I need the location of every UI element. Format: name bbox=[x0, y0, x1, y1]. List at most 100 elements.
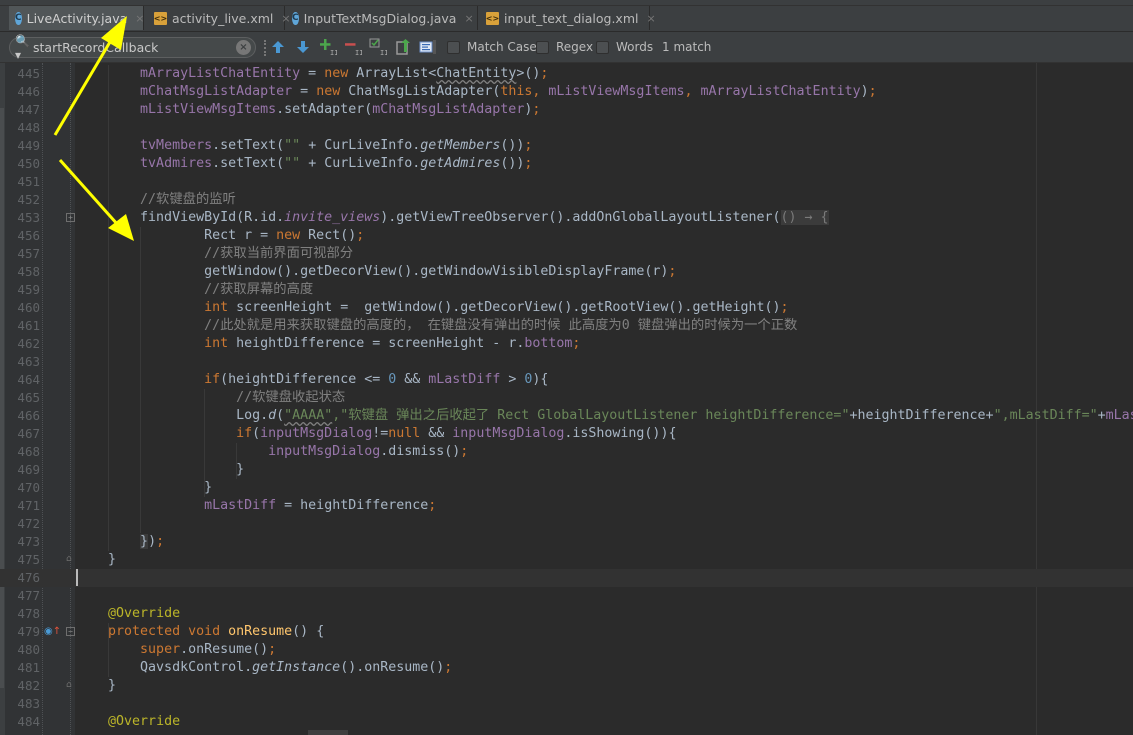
line-number[interactable]: 484 bbox=[5, 713, 40, 731]
horizontal-scrollbar-thumb[interactable] bbox=[308, 730, 348, 735]
code-text[interactable]: tvAdmires.setText("" + CurLiveInfo.getAd… bbox=[76, 155, 532, 173]
code-text[interactable]: Log.d("AAAA","软键盘 弹出之后收起了 Rect GlobalLay… bbox=[76, 407, 1133, 425]
code-line[interactable]: 446 mChatMsgListAdapter = new ChatMsgLis… bbox=[0, 83, 1133, 101]
code-line[interactable]: 458 getWindow().getDecorView().getWindow… bbox=[0, 263, 1133, 281]
code-line[interactable]: 473 }); bbox=[0, 533, 1133, 551]
code-text[interactable]: int heightDifference = screenHeight - r.… bbox=[76, 335, 580, 353]
tab-input-text-dialog-xml[interactable]: <> input_text_dialog.xml × bbox=[480, 6, 656, 30]
code-line[interactable]: 464 if(heightDifference <= 0 && mLastDif… bbox=[0, 371, 1133, 389]
code-text[interactable]: //获取屏幕的高度 bbox=[76, 281, 313, 299]
line-number[interactable]: 476 bbox=[5, 569, 40, 587]
tab-inputtextmsgdialog-java[interactable]: C InputTextMsgDialog.java × bbox=[286, 6, 478, 30]
code-line[interactable]: 466 Log.d("AAAA","软键盘 弹出之后收起了 Rect Globa… bbox=[0, 407, 1133, 425]
code-text[interactable]: mArrayListChatEntity = new ArrayList<Cha… bbox=[76, 65, 548, 83]
line-number[interactable]: 450 bbox=[5, 155, 40, 173]
line-number[interactable]: 460 bbox=[5, 299, 40, 317]
line-number[interactable]: 463 bbox=[5, 353, 40, 371]
code-line[interactable]: 470 } bbox=[0, 479, 1133, 497]
line-number[interactable]: 458 bbox=[5, 263, 40, 281]
line-number[interactable]: 470 bbox=[5, 479, 40, 497]
line-number[interactable]: 466 bbox=[5, 407, 40, 425]
code-text[interactable]: //软键盘收起状态 bbox=[76, 389, 345, 407]
line-number[interactable]: 457 bbox=[5, 245, 40, 263]
line-number[interactable]: 477 bbox=[5, 587, 40, 605]
select-all-occurrences-button[interactable]: II bbox=[369, 38, 387, 56]
code-line[interactable]: 478 @Override bbox=[0, 605, 1133, 623]
remove-occurrence-button[interactable]: II bbox=[344, 38, 362, 56]
code-text[interactable]: int screenHeight = getWindow().getDecorV… bbox=[76, 299, 788, 317]
code-line[interactable]: 482 } ⌂ bbox=[0, 677, 1133, 695]
code-line[interactable]: 471 mLastDiff = heightDifference; bbox=[0, 497, 1133, 515]
search-field[interactable]: 🔍▾ × bbox=[9, 34, 256, 62]
fold-end-icon[interactable]: ⌂ bbox=[66, 680, 75, 690]
code-line[interactable]: 451 bbox=[0, 173, 1133, 191]
code-line[interactable]: 481 QavsdkControl.getInstance().onResume… bbox=[0, 659, 1133, 677]
code-text[interactable]: super.onResume(); bbox=[76, 641, 276, 659]
code-text[interactable]: @Override bbox=[76, 713, 180, 731]
close-tab-icon[interactable]: × bbox=[464, 12, 473, 25]
code-line[interactable]: 462 int heightDifference = screenHeight … bbox=[0, 335, 1133, 353]
code-line[interactable]: 457 //获取当前界面可视部分 bbox=[0, 245, 1133, 263]
code-line[interactable]: 472 bbox=[0, 515, 1133, 533]
code-line[interactable]: 479 protected void onResume() {− ◉↑ bbox=[0, 623, 1133, 641]
code-text[interactable]: protected void onResume() { bbox=[76, 623, 324, 641]
code-text[interactable]: } bbox=[76, 551, 116, 569]
code-line[interactable]: 453 findViewById(R.id.invite_views).getV… bbox=[0, 209, 1133, 227]
code-text[interactable]: //获取当前界面可视部分 bbox=[76, 245, 353, 263]
code-line[interactable]: 448 bbox=[0, 119, 1133, 137]
code-text[interactable]: }); bbox=[76, 533, 164, 551]
match-case-checkbox[interactable]: Match Case bbox=[447, 40, 537, 54]
next-occurrence-button[interactable] bbox=[294, 38, 312, 56]
code-text[interactable]: @Override bbox=[76, 605, 180, 623]
export-to-find-window-button[interactable] bbox=[394, 38, 412, 56]
code-text[interactable]: mLastDiff = heightDifference; bbox=[76, 497, 436, 515]
code-text[interactable]: } bbox=[76, 461, 244, 479]
code-line[interactable]: 467 if(inputMsgDialog!=null && inputMsgD… bbox=[0, 425, 1133, 443]
line-number[interactable]: 473 bbox=[5, 533, 40, 551]
code-line[interactable]: 449 tvMembers.setText("" + CurLiveInfo.g… bbox=[0, 137, 1133, 155]
code-text[interactable]: Rect r = new Rect(); bbox=[76, 227, 364, 245]
previous-occurrence-button[interactable] bbox=[269, 38, 287, 56]
fold-collapse-icon[interactable]: − bbox=[66, 627, 75, 636]
code-line[interactable]: 452 //软键盘的监听 bbox=[0, 191, 1133, 209]
code-text[interactable]: QavsdkControl.getInstance().onResume(); bbox=[76, 659, 452, 677]
code-text[interactable]: mChatMsgListAdapter = new ChatMsgListAda… bbox=[76, 83, 877, 101]
line-number[interactable]: 461 bbox=[5, 317, 40, 335]
line-number[interactable]: 471 bbox=[5, 497, 40, 515]
line-number[interactable]: 462 bbox=[5, 335, 40, 353]
line-number[interactable]: 459 bbox=[5, 281, 40, 299]
fold-end-icon[interactable]: ⌂ bbox=[66, 554, 75, 564]
line-number[interactable]: 445 bbox=[5, 65, 40, 83]
line-number[interactable]: 482 bbox=[5, 677, 40, 695]
line-number[interactable]: 467 bbox=[5, 425, 40, 443]
code-line[interactable]: 463 bbox=[0, 353, 1133, 371]
code-line[interactable]: 484 @Override bbox=[0, 713, 1133, 731]
tab-liveactivity-java[interactable]: C LiveActivity.java × bbox=[9, 6, 144, 30]
code-line[interactable]: 445 mArrayListChatEntity = new ArrayList… bbox=[0, 65, 1133, 83]
checkbox-box[interactable] bbox=[447, 40, 460, 54]
filter-search-results-button[interactable] bbox=[419, 38, 437, 56]
line-number[interactable]: 452 bbox=[5, 191, 40, 209]
code-text[interactable]: if(heightDifference <= 0 && mLastDiff > … bbox=[76, 371, 548, 389]
words-checkbox[interactable]: Words bbox=[596, 40, 653, 54]
line-number[interactable]: 468 bbox=[5, 443, 40, 461]
close-tab-icon[interactable]: × bbox=[135, 12, 144, 25]
line-number[interactable]: 480 bbox=[5, 641, 40, 659]
code-text[interactable]: tvMembers.setText("" + CurLiveInfo.getMe… bbox=[76, 137, 532, 155]
code-text[interactable]: inputMsgDialog.dismiss(); bbox=[76, 443, 468, 461]
code-text[interactable]: if(inputMsgDialog!=null && inputMsgDialo… bbox=[76, 425, 676, 443]
search-input[interactable] bbox=[33, 40, 223, 55]
line-number[interactable]: 475 bbox=[5, 551, 40, 569]
line-number[interactable]: 446 bbox=[5, 83, 40, 101]
code-text[interactable]: //软键盘的监听 bbox=[76, 191, 236, 209]
line-number[interactable]: 451 bbox=[5, 173, 40, 191]
search-history-icon[interactable]: 🔍▾ bbox=[15, 34, 33, 62]
code-line[interactable]: 469 } bbox=[0, 461, 1133, 479]
code-line[interactable]: 465 //软键盘收起状态 bbox=[0, 389, 1133, 407]
line-number[interactable]: 449 bbox=[5, 137, 40, 155]
code-text[interactable]: findViewById(R.id.invite_views).getViewT… bbox=[76, 209, 829, 227]
line-number[interactable]: 465 bbox=[5, 389, 40, 407]
code-text[interactable]: getWindow().getDecorView().getWindowVisi… bbox=[76, 263, 676, 281]
override-method-icon[interactable]: ◉↑ bbox=[44, 623, 61, 641]
code-line[interactable]: 459 //获取屏幕的高度 bbox=[0, 281, 1133, 299]
